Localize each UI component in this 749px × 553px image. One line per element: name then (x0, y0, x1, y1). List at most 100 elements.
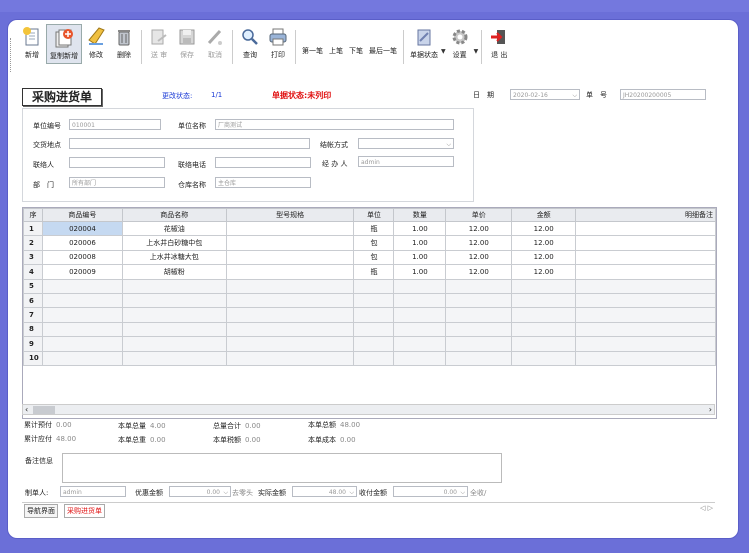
table-cell[interactable] (575, 292, 716, 309)
table-cell[interactable] (225, 249, 355, 266)
table-cell[interactable] (41, 292, 123, 309)
copy-new-button[interactable]: 复制新增 (46, 24, 82, 64)
table-cell[interactable] (353, 350, 395, 366)
table-cell[interactable]: 020004 (41, 220, 123, 237)
table-cell[interactable]: 瓶 (353, 220, 395, 237)
edit-button[interactable]: 修改 (82, 24, 110, 62)
column-header[interactable]: 明细备注 (575, 208, 716, 222)
chevron-down-icon[interactable]: ⌵ (349, 487, 354, 498)
received-field[interactable]: 0.00 ⌵ (393, 486, 468, 497)
table-cell[interactable] (121, 350, 227, 366)
table-cell[interactable]: 12.00 (445, 220, 513, 237)
maker-field[interactable]: admin (60, 486, 126, 497)
column-header[interactable]: 序 (23, 208, 43, 222)
new-button[interactable]: 新增 (18, 24, 46, 62)
table-row[interactable]: 4 020009 胡椒粉瓶 1.00 12.00 12.00 (23, 264, 716, 280)
table-cell[interactable] (511, 278, 577, 294)
table-cell[interactable] (121, 292, 227, 309)
table-cell[interactable] (575, 264, 716, 280)
prev-record-button[interactable]: 上笔 (329, 46, 343, 56)
table-cell[interactable] (393, 350, 447, 366)
table-cell[interactable] (225, 235, 355, 251)
table-cell[interactable] (445, 292, 513, 309)
save-button[interactable]: 保存 (173, 24, 201, 62)
scroll-left-icon[interactable]: ‹ (25, 405, 28, 414)
table-cell[interactable] (511, 307, 577, 323)
table-cell[interactable]: 胡椒粉 (121, 264, 227, 280)
scroll-thumb[interactable] (33, 406, 55, 414)
table-cell[interactable] (225, 264, 355, 280)
next-record-button[interactable]: 下笔 (349, 46, 363, 56)
table-cell[interactable] (575, 350, 716, 366)
chevron-down-icon[interactable]: ⌵ (572, 90, 577, 101)
table-cell[interactable] (511, 336, 577, 352)
table-cell[interactable]: 12.00 (445, 264, 513, 280)
table-cell[interactable] (445, 321, 513, 338)
column-header[interactable]: 单位 (353, 208, 395, 222)
table-cell[interactable]: 上水井冰糖大包 (121, 249, 227, 266)
query-button[interactable]: 查询 (236, 24, 264, 62)
column-header[interactable]: 商品编号 (41, 208, 123, 222)
chevron-down-icon[interactable]: ⌵ (223, 487, 228, 498)
table-cell[interactable]: 花椒油 (121, 220, 227, 237)
phone-field[interactable] (215, 157, 311, 168)
table-cell[interactable] (575, 249, 716, 266)
column-header[interactable]: 型号规格 (225, 208, 355, 222)
settle-field[interactable]: ⌵ (358, 138, 454, 149)
tab-scroll-arrows-icon[interactable]: ◁ ▷ (700, 504, 713, 512)
table-cell[interactable] (353, 307, 395, 323)
table-cell[interactable] (393, 292, 447, 309)
table-cell[interactable] (393, 336, 447, 352)
date-field[interactable]: 2020-02-16 ⌵ (510, 89, 580, 100)
table-cell[interactable]: 12.00 (511, 249, 577, 266)
table-row[interactable]: 5 (23, 278, 716, 294)
table-cell[interactable] (353, 336, 395, 352)
table-cell[interactable] (121, 321, 227, 338)
chevron-down-icon[interactable]: ▼ (474, 48, 479, 55)
table-cell[interactable] (225, 321, 355, 338)
table-cell[interactable] (121, 278, 227, 294)
chevron-down-icon[interactable]: ⌵ (446, 139, 451, 150)
cancel-button[interactable]: 取消 (201, 24, 229, 62)
table-cell[interactable] (393, 307, 447, 323)
detail-grid[interactable]: 序 商品编号 商品名称 型号规格 单位 数量 单价 金额 明细备注 1 02000… (22, 207, 717, 419)
table-row[interactable]: 2 020006 上水井白砂糖中包包 1.00 12.00 12.00 (23, 235, 716, 251)
contact-field[interactable] (69, 157, 165, 168)
table-cell[interactable] (445, 278, 513, 294)
unit-name-field[interactable]: 厂商测试 (215, 119, 454, 130)
table-cell[interactable] (353, 321, 395, 338)
table-cell[interactable]: 1.00 (393, 220, 447, 237)
table-row[interactable]: 1 020004 花椒油瓶 1.00 12.00 12.00 (23, 220, 716, 237)
table-cell[interactable]: 12.00 (511, 235, 577, 251)
handler-field[interactable]: admin (358, 156, 454, 167)
table-cell[interactable] (511, 292, 577, 309)
last-record-button[interactable]: 最后一笔 (369, 46, 397, 56)
column-header[interactable]: 单价 (445, 208, 513, 222)
exit-button[interactable]: 退 出 (485, 24, 513, 62)
table-cell[interactable] (511, 321, 577, 338)
table-cell[interactable] (225, 307, 355, 323)
table-cell[interactable] (575, 336, 716, 352)
toolbar-grip[interactable] (10, 38, 15, 72)
table-cell[interactable] (225, 336, 355, 352)
table-cell[interactable] (445, 307, 513, 323)
table-cell[interactable] (41, 278, 123, 294)
table-cell[interactable] (121, 336, 227, 352)
table-cell[interactable]: 上水井白砂糖中包 (121, 235, 227, 251)
column-header[interactable]: 商品名称 (121, 208, 227, 222)
scroll-right-icon[interactable]: › (709, 405, 712, 414)
warehouse-field[interactable]: 主仓库 (215, 177, 311, 188)
table-cell[interactable] (41, 321, 123, 338)
table-cell[interactable] (225, 292, 355, 309)
table-row[interactable]: 8 (23, 321, 716, 338)
table-row[interactable]: 3 020008 上水井冰糖大包包 1.00 12.00 12.00 (23, 249, 716, 266)
table-row[interactable]: 7 (23, 307, 716, 323)
number-field[interactable]: JH20200200005 (620, 89, 706, 100)
table-cell[interactable] (225, 350, 355, 366)
table-cell[interactable] (225, 278, 355, 294)
table-cell[interactable]: 1.00 (393, 235, 447, 251)
delete-button[interactable]: 删除 (110, 24, 138, 62)
table-cell[interactable]: 12.00 (445, 235, 513, 251)
table-cell[interactable] (353, 292, 395, 309)
table-cell[interactable]: 020009 (41, 264, 123, 280)
